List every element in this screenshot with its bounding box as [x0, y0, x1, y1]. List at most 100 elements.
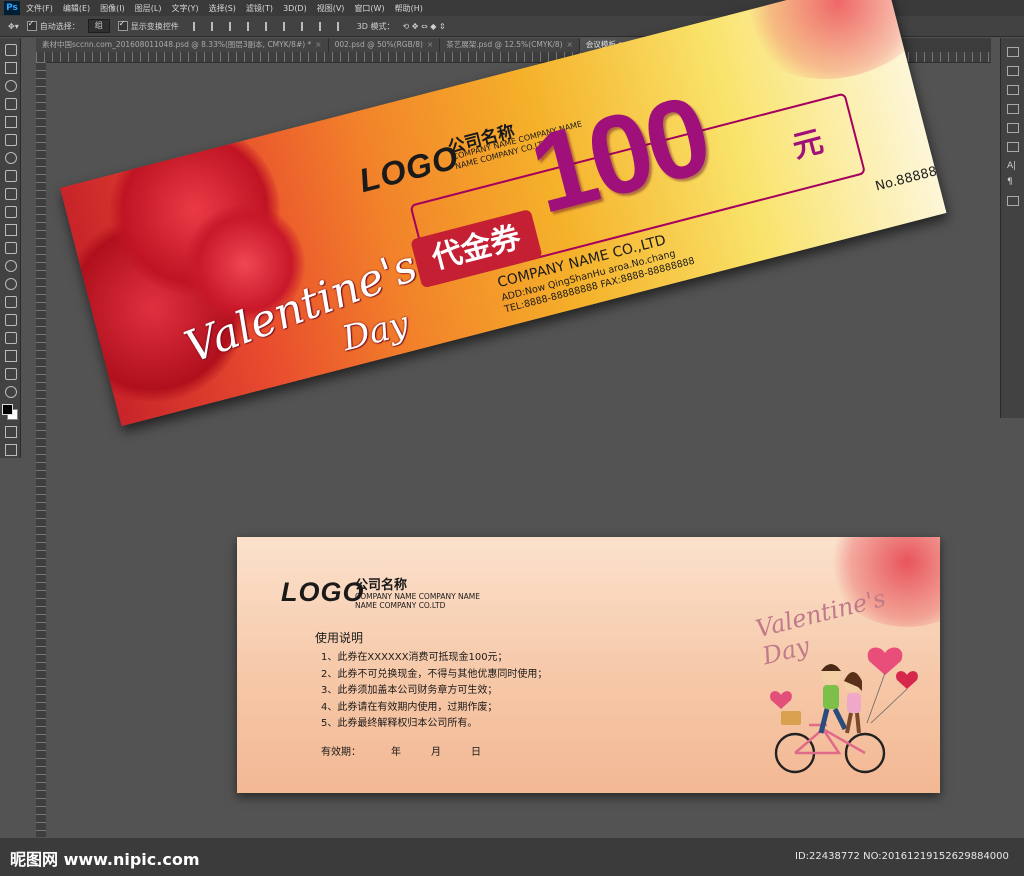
blur-tool-icon[interactable] [5, 260, 17, 272]
validity-label: 有效期： [321, 747, 361, 758]
quick-mask-icon[interactable] [5, 426, 17, 438]
usage-rule: 5、此券最终解释权归本公司所有。 [321, 718, 478, 729]
serial-number: No.88888888 [873, 157, 947, 195]
vertical-ruler [36, 62, 46, 837]
tab-document-3[interactable]: 茶艺展架.psd @ 12.5%(CMYK/8) × [440, 38, 580, 52]
align-buttons [187, 21, 349, 31]
quick-select-tool-icon[interactable] [5, 98, 17, 110]
menu-edit[interactable]: 编辑(E) [63, 3, 90, 14]
eyedropper-tool-icon[interactable] [5, 134, 17, 146]
voucher-front: Valentine's Day LOGO 公司名称 COMPANY NAME C… [60, 0, 947, 427]
swatches-panel-icon[interactable] [1007, 123, 1019, 133]
type-tool-icon[interactable] [5, 314, 17, 326]
menu-file[interactable]: 文件(F) [26, 3, 53, 14]
nipic-watermark: 昵图网 www.nipic.com [10, 850, 200, 869]
photoshop-logo-icon: Ps [4, 1, 20, 15]
3d-rotate-icon[interactable]: ⟲ ✥ ⇔ ◆ ⇕ [403, 22, 446, 31]
layers-panel-icon[interactable] [1007, 66, 1019, 76]
auto-select-checkbox[interactable] [26, 19, 37, 31]
image-id-label: ID:22438772 NO:20161219152629884000 [795, 851, 1009, 862]
menu-view[interactable]: 视图(V) [317, 3, 345, 14]
close-icon[interactable]: × [315, 40, 321, 49]
usage-rule: 2、此券不可兑换现金，不得与其他优惠同时使用； [321, 668, 548, 680]
back-company-name-cn: 公司名称 [355, 578, 408, 593]
auto-select-value[interactable]: 组 [87, 19, 110, 33]
tab-document-1[interactable]: 素材中国sccnn.com_201608011048.psd @ 8.33%(图… [36, 38, 329, 52]
adjustments-panel-icon[interactable] [1007, 85, 1019, 95]
lasso-tool-icon[interactable] [5, 80, 17, 92]
show-transform-checkbox[interactable] [117, 19, 128, 31]
align-top-icon[interactable] [192, 21, 205, 31]
brush-tool-icon[interactable] [5, 170, 17, 182]
menu-layer[interactable]: 图层(L) [135, 3, 162, 14]
validity-period: 有效期： 年 月 日 [321, 743, 511, 758]
usage-rule: 3、此券须加盖本公司财务章方可生效； [321, 685, 498, 696]
menu-filter[interactable]: 滤镜(T) [246, 3, 273, 14]
align-right-icon[interactable] [282, 21, 295, 31]
back-logo: LOGO [281, 577, 365, 607]
voucher-back: LOGO 公司名称 COMPANY NAME COMPANY NAME NAME… [237, 537, 940, 793]
align-bottom-icon[interactable] [228, 21, 241, 31]
distribute-h-icon[interactable] [318, 21, 331, 31]
hand-tool-icon[interactable] [5, 368, 17, 380]
back-company-subtitle: COMPANY NAME COMPANY NAME NAME COMPANY C… [355, 592, 480, 610]
foreground-color-swatch[interactable] [2, 404, 13, 415]
color-swatches[interactable] [2, 404, 18, 420]
usage-rule: 1、此券在XXXXXX消费可抵现金100元； [321, 652, 508, 663]
align-middle-icon[interactable] [210, 21, 223, 31]
zoom-tool-icon[interactable] [5, 386, 17, 398]
menu-3d[interactable]: 3D(D) [283, 4, 307, 13]
back-company-sub-line: NAME COMPANY CO.LTD [355, 601, 446, 610]
close-icon[interactable]: × [427, 40, 433, 49]
back-company-sub-line: COMPANY NAME COMPANY NAME [355, 592, 481, 601]
history-panel-icon[interactable] [1007, 47, 1019, 57]
healing-brush-tool-icon[interactable] [5, 152, 17, 164]
menu-image[interactable]: 图像(I) [100, 3, 125, 14]
align-left-icon[interactable] [246, 21, 259, 31]
screen-mode-icon[interactable] [5, 444, 17, 456]
auto-select-dropdown[interactable]: 组 [87, 19, 110, 33]
align-center-icon[interactable] [264, 21, 277, 31]
tab-label: 茶艺展架.psd @ 12.5%(CMYK/8) [446, 40, 563, 49]
eraser-tool-icon[interactable] [5, 224, 17, 236]
distribute-icon[interactable] [300, 21, 313, 31]
menu-help[interactable]: 帮助(H) [395, 3, 423, 14]
character-panel-icon[interactable]: A| [1007, 161, 1019, 171]
heart-icon [770, 691, 792, 709]
show-transform-option[interactable]: 显示变换控件 [117, 19, 179, 32]
rectangle-tool-icon[interactable] [5, 350, 17, 362]
properties-panel-icon[interactable] [1007, 104, 1019, 114]
marquee-tool-icon[interactable] [5, 62, 17, 74]
panel-dock: A| ¶ [1000, 38, 1024, 418]
move-tool-icon[interactable] [5, 44, 17, 56]
tools-panel [0, 38, 21, 458]
validity-year: 年 [391, 747, 401, 758]
close-icon[interactable]: × [567, 40, 573, 49]
front-logo: LOGO [355, 137, 463, 200]
menu-select[interactable]: 选择(S) [209, 3, 236, 14]
heart-balloon-icon [896, 671, 918, 689]
paragraph-panel-icon[interactable]: ¶ [1007, 177, 1019, 187]
usage-rule: 4、此券请在有效期内使用，过期作废； [321, 701, 498, 713]
heart-balloon-icon [867, 647, 903, 675]
distribute-v-icon[interactable] [336, 21, 349, 31]
menu-window[interactable]: 窗口(W) [354, 3, 384, 14]
crop-tool-icon[interactable] [5, 116, 17, 128]
tab-label: 002.psd @ 50%(RGB/8) [334, 40, 423, 49]
path-select-tool-icon[interactable] [5, 332, 17, 344]
stamp-tool-icon[interactable] [5, 188, 17, 200]
menu-type[interactable]: 文字(Y) [171, 3, 198, 14]
tab-document-2[interactable]: 002.psd @ 50%(RGB/8) × [328, 38, 441, 52]
dodge-tool-icon[interactable] [5, 278, 17, 290]
usage-rules: 1、此券在XXXXXX消费可抵现金100元； 2、此券不可兑换现金，不得与其他优… [321, 650, 547, 733]
history-brush-tool-icon[interactable] [5, 206, 17, 218]
move-tool-icon[interactable]: ✥▾ [8, 22, 19, 31]
couple-bicycle-illustration [770, 647, 918, 774]
validity-month: 月 [431, 747, 441, 758]
3d-panel-icon[interactable] [1007, 196, 1019, 206]
pen-tool-icon[interactable] [5, 296, 17, 308]
channels-panel-icon[interactable] [1007, 142, 1019, 152]
gradient-tool-icon[interactable] [5, 242, 17, 254]
bicycle-wheel-icon [844, 732, 886, 774]
auto-select-option[interactable]: 自动选择： [26, 19, 80, 32]
